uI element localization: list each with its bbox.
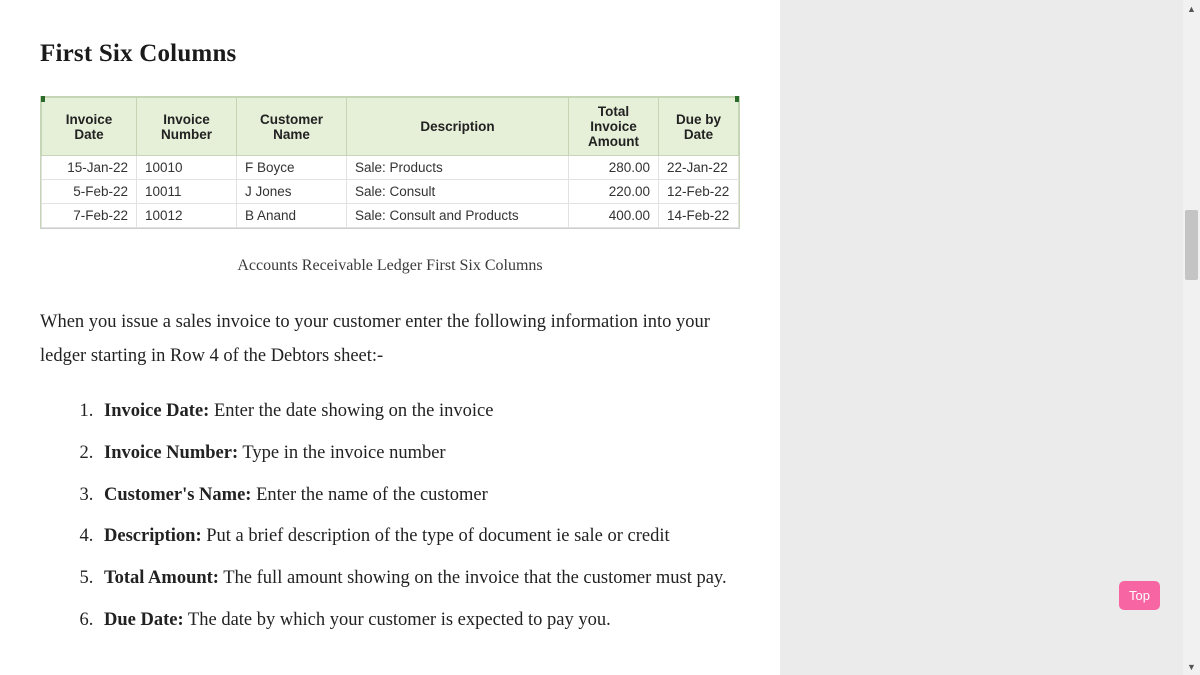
th-customer-name: Customer Name xyxy=(237,98,347,156)
field-label: Invoice Date: xyxy=(104,401,209,421)
th-total-amount: Total Invoice Amount xyxy=(569,98,659,156)
cell-amount: 220.00 xyxy=(569,180,659,204)
th-description: Description xyxy=(347,98,569,156)
cell-invoice-date: 5-Feb-22 xyxy=(42,180,137,204)
list-item: Customer's Name: Enter the name of the c… xyxy=(98,481,740,510)
cell-due-date: 22-Jan-22 xyxy=(659,156,739,180)
scroll-down-arrow-icon[interactable]: ▼ xyxy=(1183,658,1200,675)
field-text: Type in the invoice number xyxy=(238,443,445,463)
cell-due-date: 14-Feb-22 xyxy=(659,204,739,228)
field-list: Invoice Date: Enter the date showing on … xyxy=(40,397,740,634)
field-label: Description: xyxy=(104,526,202,546)
table-row: 15-Jan-22 10010 F Boyce Sale: Products 2… xyxy=(42,156,739,180)
list-item: Description: Put a brief description of … xyxy=(98,522,740,551)
sidebar-area xyxy=(780,0,1200,675)
field-text: The full amount showing on the invoice t… xyxy=(219,568,727,588)
field-text: Put a brief description of the type of d… xyxy=(202,526,670,546)
ledger-table: Invoice Date Invoice Number Customer Nam… xyxy=(41,97,739,228)
ledger-table-wrap: Invoice Date Invoice Number Customer Nam… xyxy=(40,96,740,229)
field-label: Customer's Name: xyxy=(104,485,251,505)
table-row: 7-Feb-22 10012 B Anand Sale: Consult and… xyxy=(42,204,739,228)
cell-invoice-date: 15-Jan-22 xyxy=(42,156,137,180)
cell-invoice-number: 10011 xyxy=(137,180,237,204)
list-item: Invoice Number: Type in the invoice numb… xyxy=(98,439,740,468)
list-item: Total Amount: The full amount showing on… xyxy=(98,564,740,593)
cell-due-date: 12-Feb-22 xyxy=(659,180,739,204)
field-text: Enter the name of the customer xyxy=(251,485,487,505)
table-caption: Accounts Receivable Ledger First Six Col… xyxy=(40,257,740,275)
cell-description: Sale: Consult xyxy=(347,180,569,204)
th-invoice-date: Invoice Date xyxy=(42,98,137,156)
section-heading: First Six Columns xyxy=(40,40,740,68)
cell-description: Sale: Consult and Products xyxy=(347,204,569,228)
th-invoice-number: Invoice Number xyxy=(137,98,237,156)
scroll-thumb[interactable] xyxy=(1185,210,1198,280)
field-label: Invoice Number: xyxy=(104,443,238,463)
article-content: First Six Columns Invoice Date Invoice N… xyxy=(0,0,780,675)
cell-invoice-number: 10010 xyxy=(137,156,237,180)
cell-amount: 280.00 xyxy=(569,156,659,180)
scroll-up-arrow-icon[interactable]: ▲ xyxy=(1183,0,1200,17)
table-header-row: Invoice Date Invoice Number Customer Nam… xyxy=(42,98,739,156)
intro-paragraph: When you issue a sales invoice to your c… xyxy=(40,305,740,373)
list-item: Invoice Date: Enter the date showing on … xyxy=(98,397,740,426)
cell-customer-name: F Boyce xyxy=(237,156,347,180)
vertical-scrollbar[interactable]: ▲ ▼ xyxy=(1183,0,1200,675)
list-item: Due Date: The date by which your custome… xyxy=(98,606,740,635)
cell-customer-name: J Jones xyxy=(237,180,347,204)
cell-customer-name: B Anand xyxy=(237,204,347,228)
field-text: The date by which your customer is expec… xyxy=(184,610,611,630)
field-text: Enter the date showing on the invoice xyxy=(209,401,493,421)
field-label: Total Amount: xyxy=(104,568,219,588)
th-due-date: Due by Date xyxy=(659,98,739,156)
table-row: 5-Feb-22 10011 J Jones Sale: Consult 220… xyxy=(42,180,739,204)
back-to-top-button[interactable]: Top xyxy=(1119,581,1160,610)
cell-invoice-date: 7-Feb-22 xyxy=(42,204,137,228)
cell-invoice-number: 10012 xyxy=(137,204,237,228)
cell-description: Sale: Products xyxy=(347,156,569,180)
field-label: Due Date: xyxy=(104,610,184,630)
cell-amount: 400.00 xyxy=(569,204,659,228)
